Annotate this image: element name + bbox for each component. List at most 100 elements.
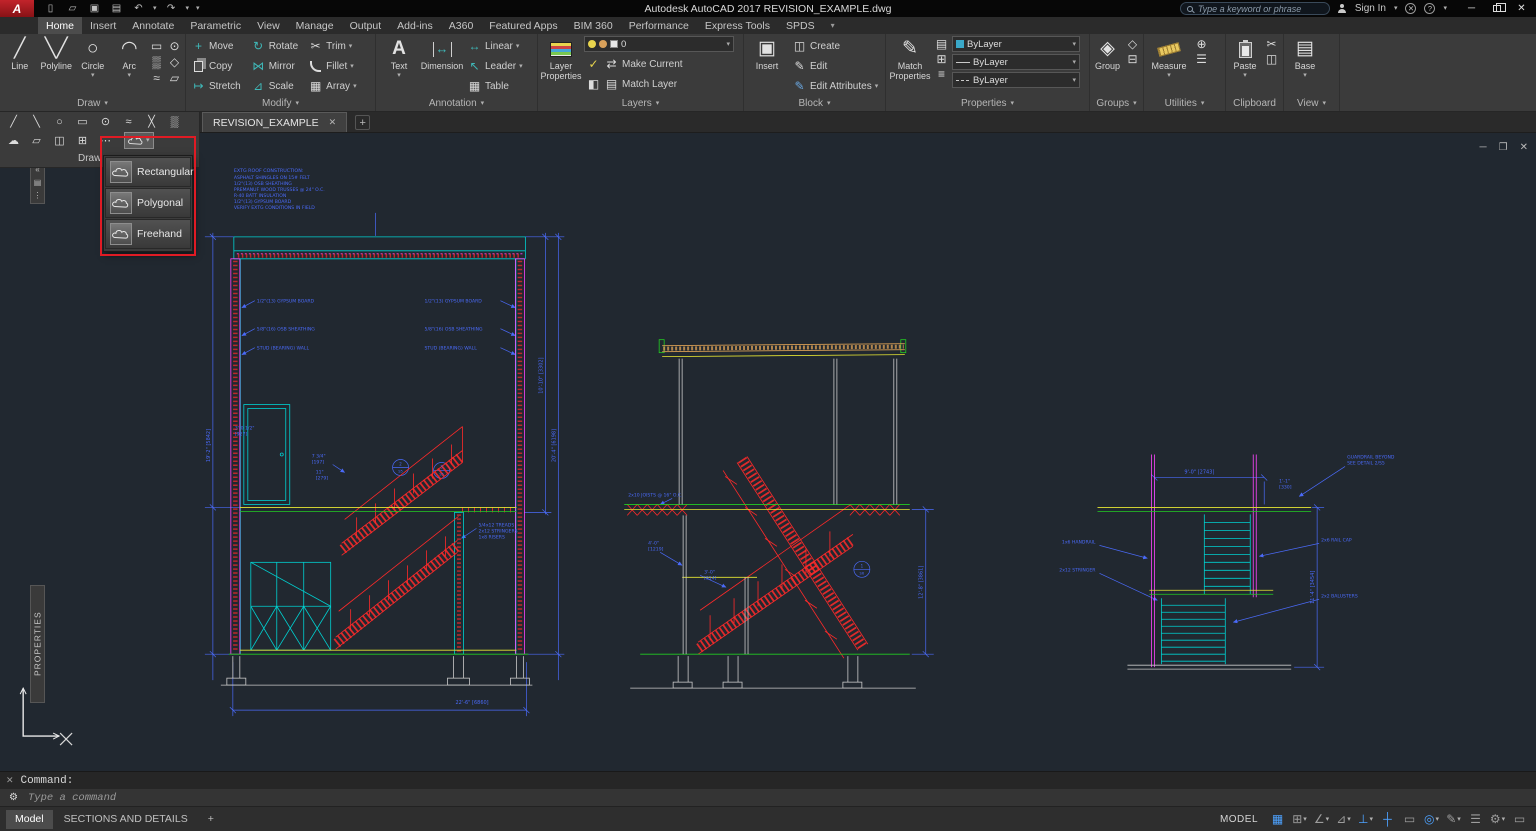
open-folder-icon[interactable]: ▱ <box>65 1 80 16</box>
command-close-icon[interactable]: ✕ <box>6 775 14 786</box>
dimension-button[interactable]: ↔ Dimension <box>422 36 462 72</box>
group-edit-icon[interactable]: ⊟ <box>1125 51 1140 66</box>
make-current-button[interactable]: ✓ ⇄ Make Current <box>584 54 734 74</box>
palette-list-icon[interactable]: ▤ <box>34 178 42 187</box>
flyout-item-polygonal[interactable]: Polygonal <box>105 188 191 218</box>
tab-performance[interactable]: Performance <box>621 17 697 34</box>
edit-block-button[interactable]: ✎Edit <box>790 56 880 76</box>
save-icon[interactable]: ▣ <box>87 1 102 16</box>
text-button[interactable]: A Text ▾ <box>379 36 419 79</box>
undo-caret-icon[interactable]: ▾ <box>153 5 157 12</box>
snap-mode-icon[interactable]: ⊞▾ <box>1289 810 1310 829</box>
revision-cloud-split-button[interactable]: ▾ <box>124 132 154 149</box>
donut-icon[interactable]: ⊙ <box>95 113 116 130</box>
flyout-item-freehand[interactable]: Freehand <box>105 219 191 249</box>
edit-attributes-button[interactable]: ✎Edit Attributes▾ <box>790 76 880 96</box>
drawing-canvas[interactable]: EXTG ROOF CONSTRUCTION:ASPHALT SHINGLES … <box>0 133 1536 771</box>
layer-select[interactable]: 0 ▾ <box>584 36 734 52</box>
workspace-switching-icon[interactable]: ☰ <box>1465 810 1486 829</box>
panel-modify-title[interactable]: Modify▾ <box>186 96 375 111</box>
polygon-tool-icon[interactable]: ◇ <box>167 54 182 69</box>
annotation-visibility-icon[interactable]: ✎▾ <box>1443 810 1464 829</box>
grid-icon[interactable]: ▦ <box>1267 810 1288 829</box>
trim-button[interactable]: ✂Trim▾ <box>306 36 358 56</box>
tab-featured-apps[interactable]: Featured Apps <box>481 17 565 34</box>
ellipse-tool-icon[interactable]: ⊙ <box>167 38 182 53</box>
customize-wrench-icon[interactable]: ⚙ <box>6 790 21 805</box>
sign-in-button[interactable]: Sign In <box>1355 3 1386 14</box>
leader-button[interactable]: ↖Leader▾ <box>465 56 525 76</box>
lineweight-display-icon[interactable]: ▭ <box>1399 810 1420 829</box>
tab-a360[interactable]: A360 <box>441 17 482 34</box>
qat-dropdown-icon[interactable]: ▾ <box>196 5 200 12</box>
tab-annotate[interactable]: Annotate <box>124 17 182 34</box>
isodraft-icon[interactable]: ⊿▾ <box>1333 810 1354 829</box>
hatch-tool-icon[interactable]: ▒ <box>149 54 164 69</box>
measure-button[interactable]: Measure ▾ <box>1147 36 1191 79</box>
tab-express-tools[interactable]: Express Tools <box>697 17 778 34</box>
ribbon-minimize-icon[interactable]: ▾ <box>823 17 843 34</box>
tab-manage[interactable]: Manage <box>288 17 342 34</box>
properties-palette-tab[interactable]: PROPERTIES <box>30 585 45 703</box>
circle-extra-icon[interactable]: ○ <box>49 113 70 130</box>
tab-view[interactable]: View <box>249 17 288 34</box>
panel-groups-title[interactable]: Groups▾ <box>1090 96 1143 111</box>
panel-properties-title[interactable]: Properties▾ <box>886 96 1089 111</box>
viewport-minimize-icon[interactable]: ─ <box>1480 142 1487 153</box>
panel-draw-title[interactable]: Draw▾ <box>0 96 185 111</box>
properties-lines-icon[interactable]: ≡ <box>934 66 949 81</box>
fillet-button[interactable]: Fillet▾ <box>306 56 358 76</box>
redo-caret-icon[interactable]: ▾ <box>186 5 190 12</box>
tab-home[interactable]: Home <box>38 17 82 34</box>
cut-icon[interactable]: ✂ <box>1264 36 1279 51</box>
scale-button[interactable]: ⊿Scale <box>249 76 300 96</box>
stretch-button[interactable]: ↦Stretch <box>189 76 243 96</box>
match-layer-button[interactable]: ◧ ▤ Match Layer <box>584 74 734 94</box>
new-drawing-tab-button[interactable]: + <box>355 115 370 130</box>
close-button[interactable]: ✕ <box>1509 1 1534 17</box>
arc-button[interactable]: ◠ Arc ▾ <box>113 36 147 79</box>
helix-icon[interactable]: ▱ <box>26 132 47 149</box>
line-button[interactable]: ╱ Line <box>3 36 37 72</box>
undo-icon[interactable]: ↶ <box>131 1 146 16</box>
palette-menu-icon[interactable]: ⋮ <box>34 191 42 200</box>
exchange-apps-icon[interactable]: ✕ <box>1405 3 1416 14</box>
rotate-button[interactable]: ↻Rotate <box>249 36 300 56</box>
move-button[interactable]: +Move <box>189 36 243 56</box>
clean-screen-icon[interactable]: ▭ <box>1509 810 1530 829</box>
help-icon[interactable]: ? <box>1424 3 1435 14</box>
tab-output[interactable]: Output <box>342 17 390 34</box>
dynamic-input-icon[interactable]: ┼ <box>1377 810 1398 829</box>
ungroup-icon[interactable]: ◇ <box>1125 36 1140 51</box>
panel-view-title[interactable]: View▾ <box>1284 96 1339 111</box>
command-input-row[interactable]: ⚙ Type a command <box>0 789 1536 806</box>
hatch-icon[interactable]: ▒ <box>164 113 185 130</box>
lineweight-select[interactable]: ByLayer ▾ <box>952 54 1080 70</box>
construction-line-icon[interactable]: ╱ <box>3 113 24 130</box>
minimize-button[interactable]: ─ <box>1459 1 1484 17</box>
divide-icon[interactable]: ⋯ <box>95 132 116 149</box>
autocad-logo-icon[interactable]: A <box>0 0 34 17</box>
polar-tracking-icon[interactable]: ∠▾ <box>1311 810 1332 829</box>
properties-list-icon[interactable]: ▤ <box>934 36 949 51</box>
create-block-button[interactable]: ◫Create <box>790 36 880 56</box>
object-color-select[interactable]: ByLayer ▾ <box>952 36 1080 52</box>
linear-button[interactable]: ↔Linear▾ <box>465 36 525 56</box>
model-tab[interactable]: Model <box>6 810 53 829</box>
restore-button[interactable] <box>1484 1 1509 17</box>
copy-clip-icon[interactable]: ◫ <box>1264 51 1279 66</box>
customization-gear-icon[interactable]: ⚙▾ <box>1487 810 1508 829</box>
polyline-button[interactable]: ╲╱ Polyline <box>40 36 74 72</box>
rectangle-tool-icon[interactable]: ▭ <box>149 38 164 53</box>
layer-properties-button[interactable]: Layer Properties <box>541 36 581 81</box>
mirror-button[interactable]: ⋈Mirror <box>249 56 300 76</box>
tab-bim360[interactable]: BIM 360 <box>566 17 621 34</box>
flyout-item-rectangular[interactable]: Rectangular <box>105 157 191 187</box>
base-button[interactable]: ▤ Base ▾ <box>1287 36 1323 79</box>
tab-insert[interactable]: Insert <box>82 17 124 34</box>
plot-icon[interactable]: ▤ <box>109 1 124 16</box>
circle-button[interactable]: ○ Circle ▾ <box>76 36 110 79</box>
file-tab-active[interactable]: REVISION_EXAMPLE ✕ <box>202 112 347 132</box>
array-button[interactable]: ▦Array▾ <box>306 76 358 96</box>
multiline-icon[interactable]: ◫ <box>49 132 70 149</box>
